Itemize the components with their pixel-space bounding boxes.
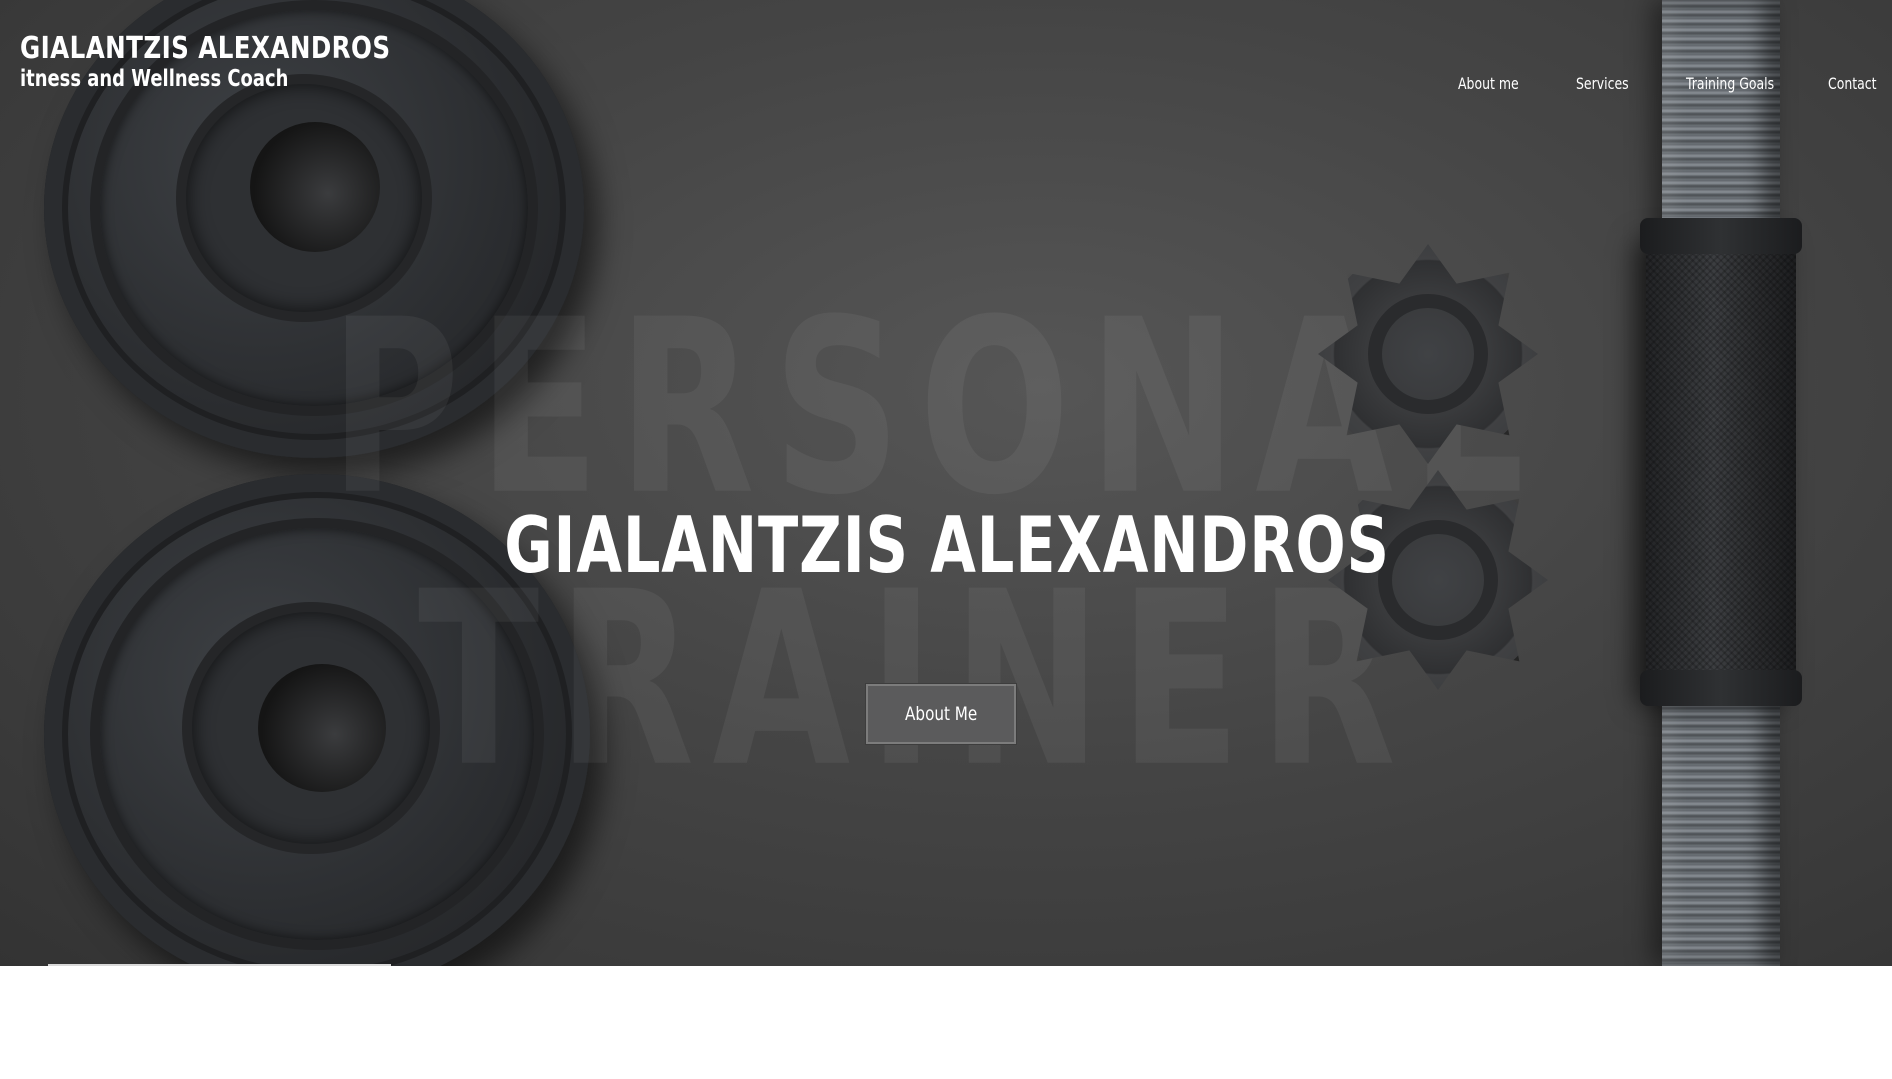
about-me-button[interactable]: About Me — [865, 683, 1017, 745]
hero-title: GIALANTZIS ALEXANDROS — [504, 499, 1390, 591]
nav-item-services[interactable]: Services — [1576, 74, 1629, 93]
hero-section: PERSONAL TRAINER GIALANTZIS ALEXANDROS i… — [0, 0, 1892, 966]
brand-tagline: itness and Wellness Coach — [20, 66, 289, 92]
nav-item-about-me[interactable]: About me — [1458, 74, 1519, 93]
brand-name: GIALANTZIS ALEXANDROS — [20, 31, 391, 66]
nav-item-contact[interactable]: Contact — [1828, 74, 1877, 93]
about-me-button-label: About Me — [904, 703, 978, 725]
nav-item-training-goals[interactable]: Training Goals — [1686, 74, 1774, 93]
dumbbell-grip-image — [1640, 218, 1802, 706]
spin-lock-collar-top-image — [1318, 244, 1538, 464]
page-content-area — [0, 966, 1892, 1079]
site-brand[interactable]: GIALANTZIS ALEXANDROS itness and Wellnes… — [20, 31, 472, 93]
